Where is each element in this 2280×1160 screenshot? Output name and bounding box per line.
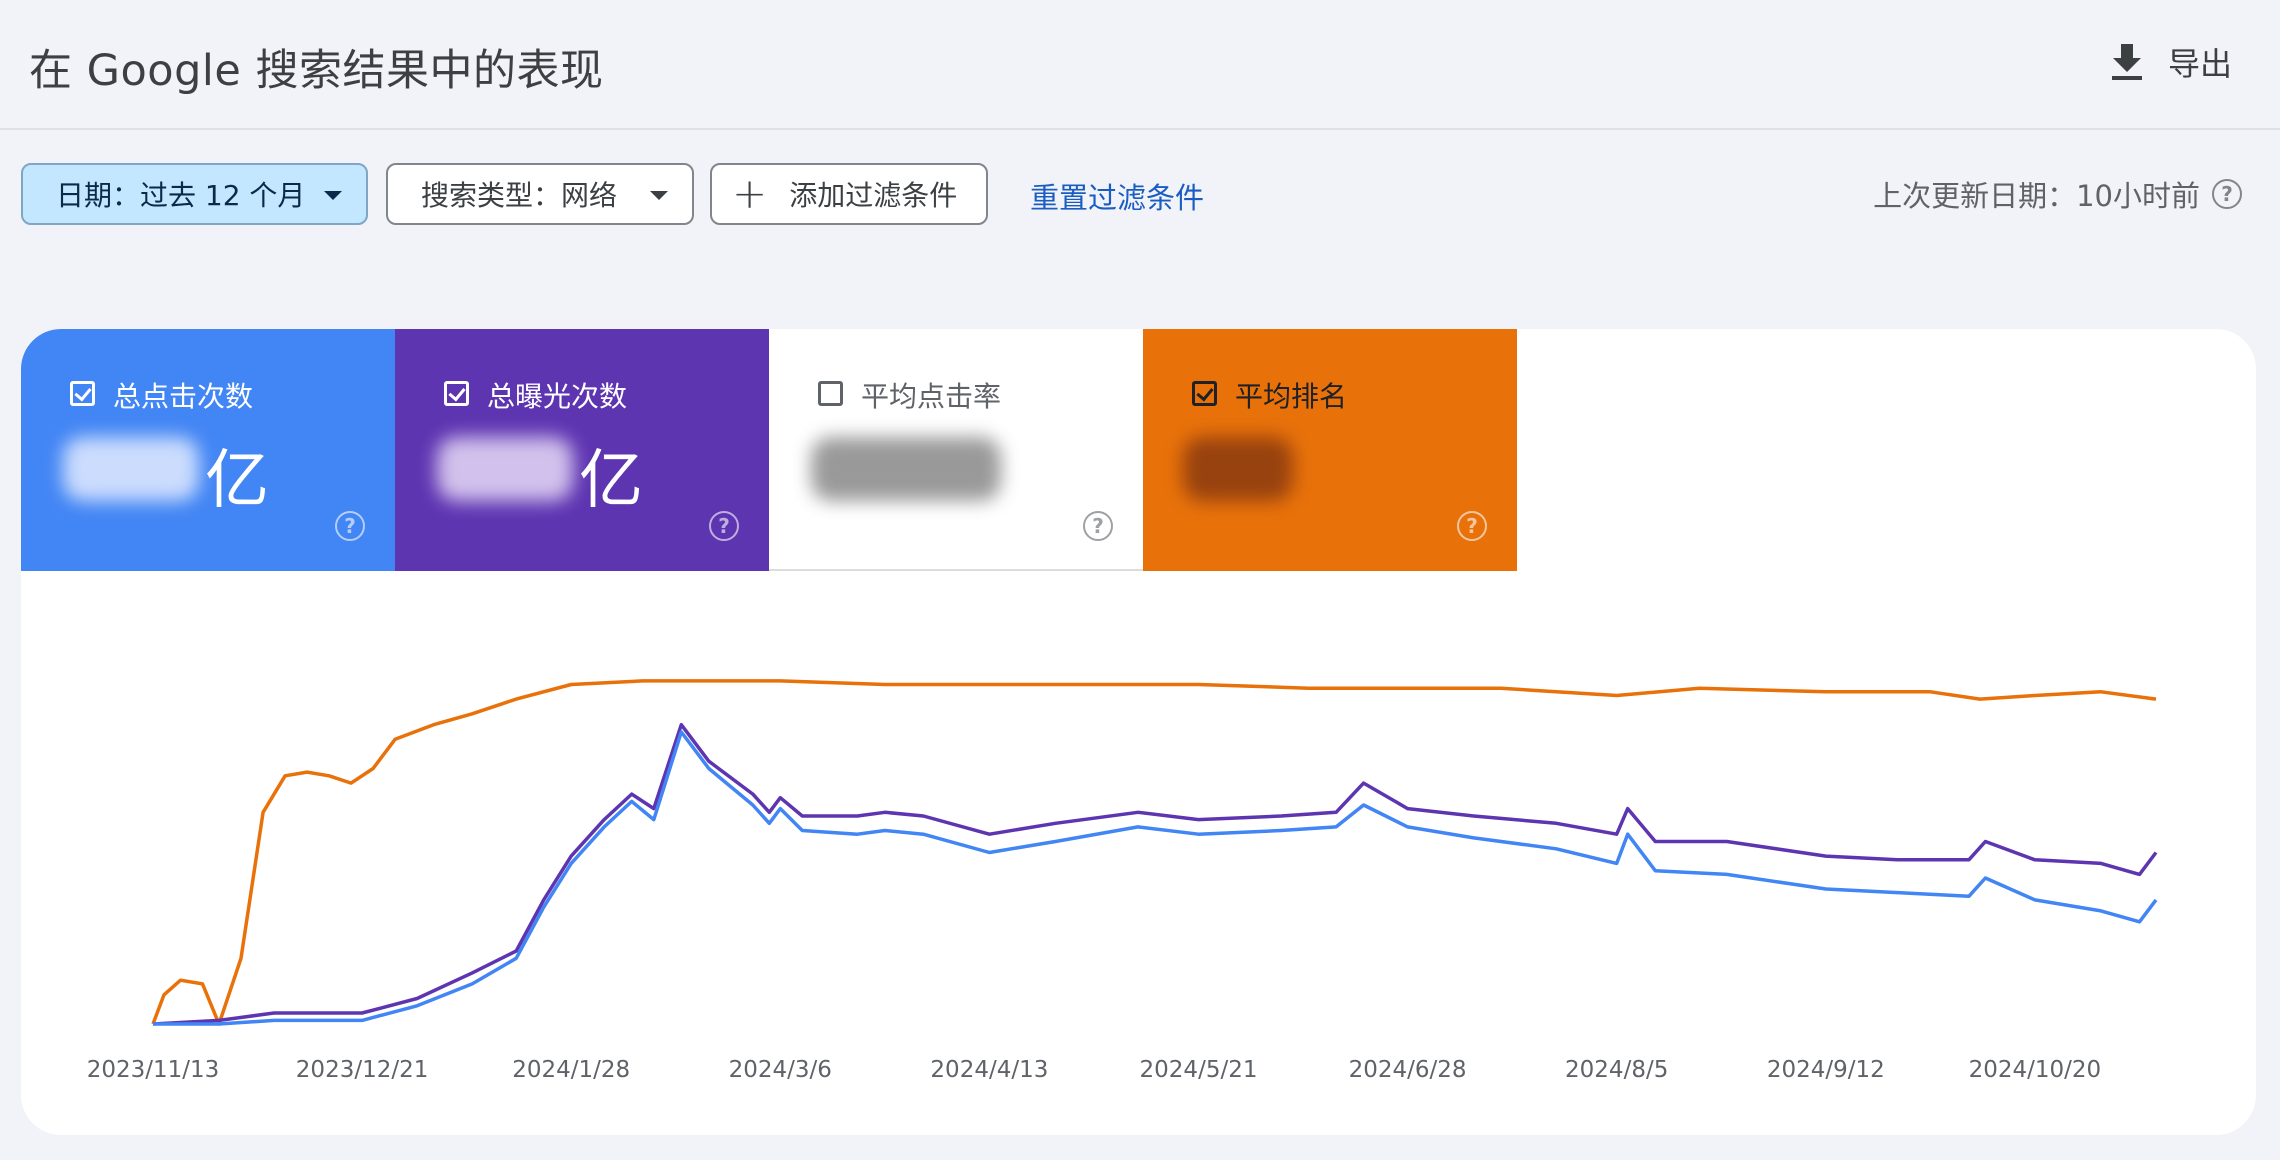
x-tick-label: 2024/8/5 [1565, 1057, 1668, 1083]
add-filter-button[interactable]: + 添加过滤条件 [710, 163, 988, 225]
x-tick-label: 2023/11/13 [87, 1057, 220, 1083]
filter-bar: 日期：过去 12 个月 搜索类型：网络 + 添加过滤条件 重置过滤条件 上次更新… [0, 163, 2280, 231]
performance-chart[interactable]: 2023/11/13 2023/12/21 2024/1/28 2024/3/6 202… [21, 329, 2256, 1135]
page-title: 在 Google 搜索结果中的表现 [29, 46, 604, 96]
caret-down-icon [650, 191, 668, 200]
series-line-0 [151, 679, 2157, 1026]
x-tick-label: 2024/1/28 [512, 1057, 630, 1083]
date-filter-chip[interactable]: 日期：过去 12 个月 [21, 163, 368, 225]
performance-card: 总点击次数 亿 ? 总曝光次数 亿 ? 平均点击率 ? 平均排名 ? 2023/… [21, 329, 2256, 1135]
export-label: 导出 [2167, 45, 2232, 83]
x-tick-label: 2024/3/6 [729, 1057, 832, 1083]
x-tick-label: 2024/6/28 [1349, 1057, 1467, 1083]
x-tick-label: 2023/12/21 [296, 1057, 429, 1083]
plus-icon: + [732, 169, 768, 218]
last-updated: 上次更新日期：10小时前 ? [1873, 173, 2242, 215]
search-type-label: 搜索类型：网络 [421, 179, 618, 212]
page-header: 在 Google 搜索结果中的表现 导出 [0, 0, 2280, 130]
last-updated-text: 上次更新日期：10小时前 [1873, 179, 2200, 213]
x-tick-label: 2024/9/12 [1767, 1057, 1885, 1083]
help-circle-icon[interactable]: ? [2212, 179, 2242, 209]
x-tick-label: 2024/10/20 [1969, 1057, 2102, 1083]
x-tick-label: 2024/4/13 [930, 1057, 1048, 1083]
series-line-1 [152, 722, 2158, 1026]
caret-down-icon [324, 191, 342, 200]
search-type-chip[interactable]: 搜索类型：网络 [386, 163, 694, 225]
add-filter-label: 添加过滤条件 [789, 179, 958, 212]
date-filter-label: 日期：过去 12 个月 [56, 179, 306, 212]
reset-filters-link[interactable]: 重置过滤条件 [1030, 175, 1204, 217]
download-icon [2111, 44, 2142, 80]
export-button[interactable]: 导出 [2108, 34, 2232, 90]
x-tick-label: 2024/5/21 [1140, 1057, 1258, 1083]
